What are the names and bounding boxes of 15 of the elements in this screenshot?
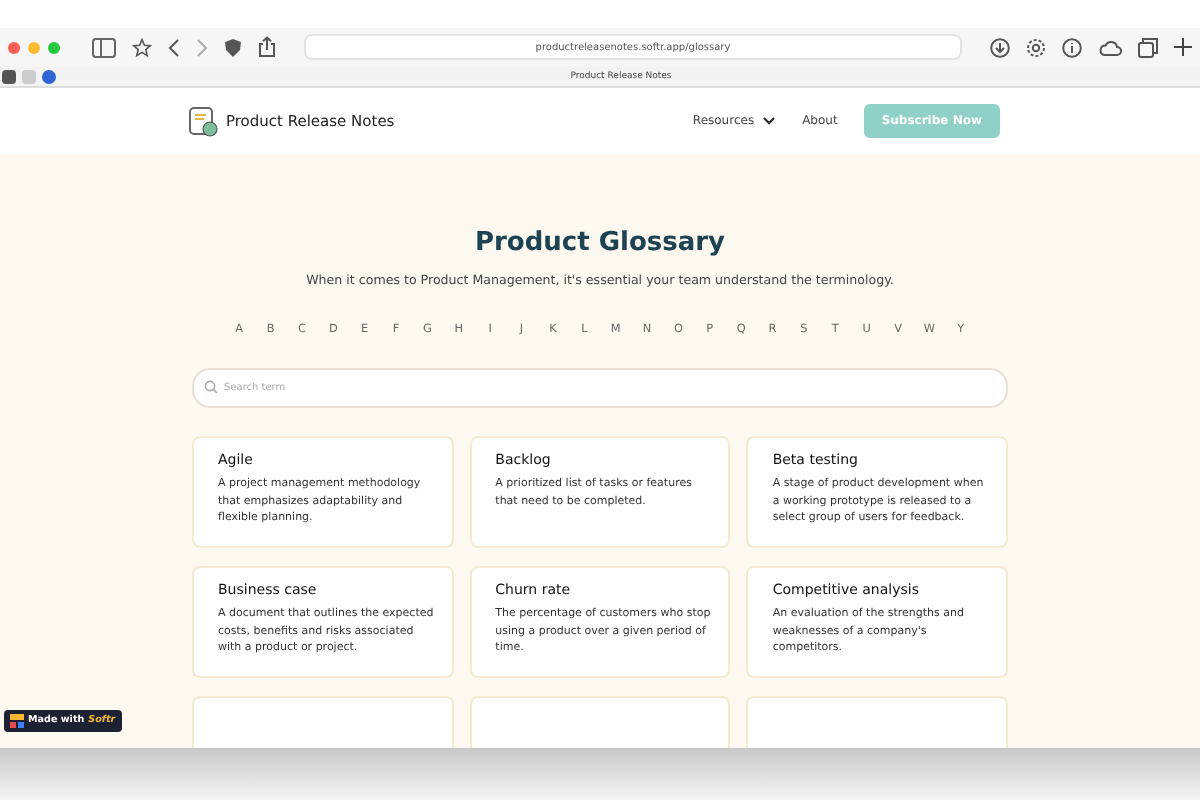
notes-logo-icon[interactable] [188, 105, 220, 137]
chevron-down-icon[interactable] [762, 116, 777, 126]
cloud-icon[interactable] [1098, 39, 1122, 55]
back-icon[interactable] [168, 37, 180, 57]
settings-icon[interactable] [1026, 37, 1046, 57]
info-icon[interactable] [1062, 37, 1082, 57]
tabs-icon[interactable] [1138, 37, 1158, 57]
plus-icon[interactable] [1174, 38, 1192, 56]
star-icon[interactable] [132, 37, 152, 57]
sidebar-icon[interactable] [92, 37, 116, 57]
page-title: Product Glossary [474, 228, 726, 258]
close-button[interactable] [8, 41, 20, 53]
shield-icon[interactable] [224, 37, 242, 57]
download-icon[interactable] [990, 37, 1010, 57]
share-icon[interactable] [258, 36, 276, 58]
